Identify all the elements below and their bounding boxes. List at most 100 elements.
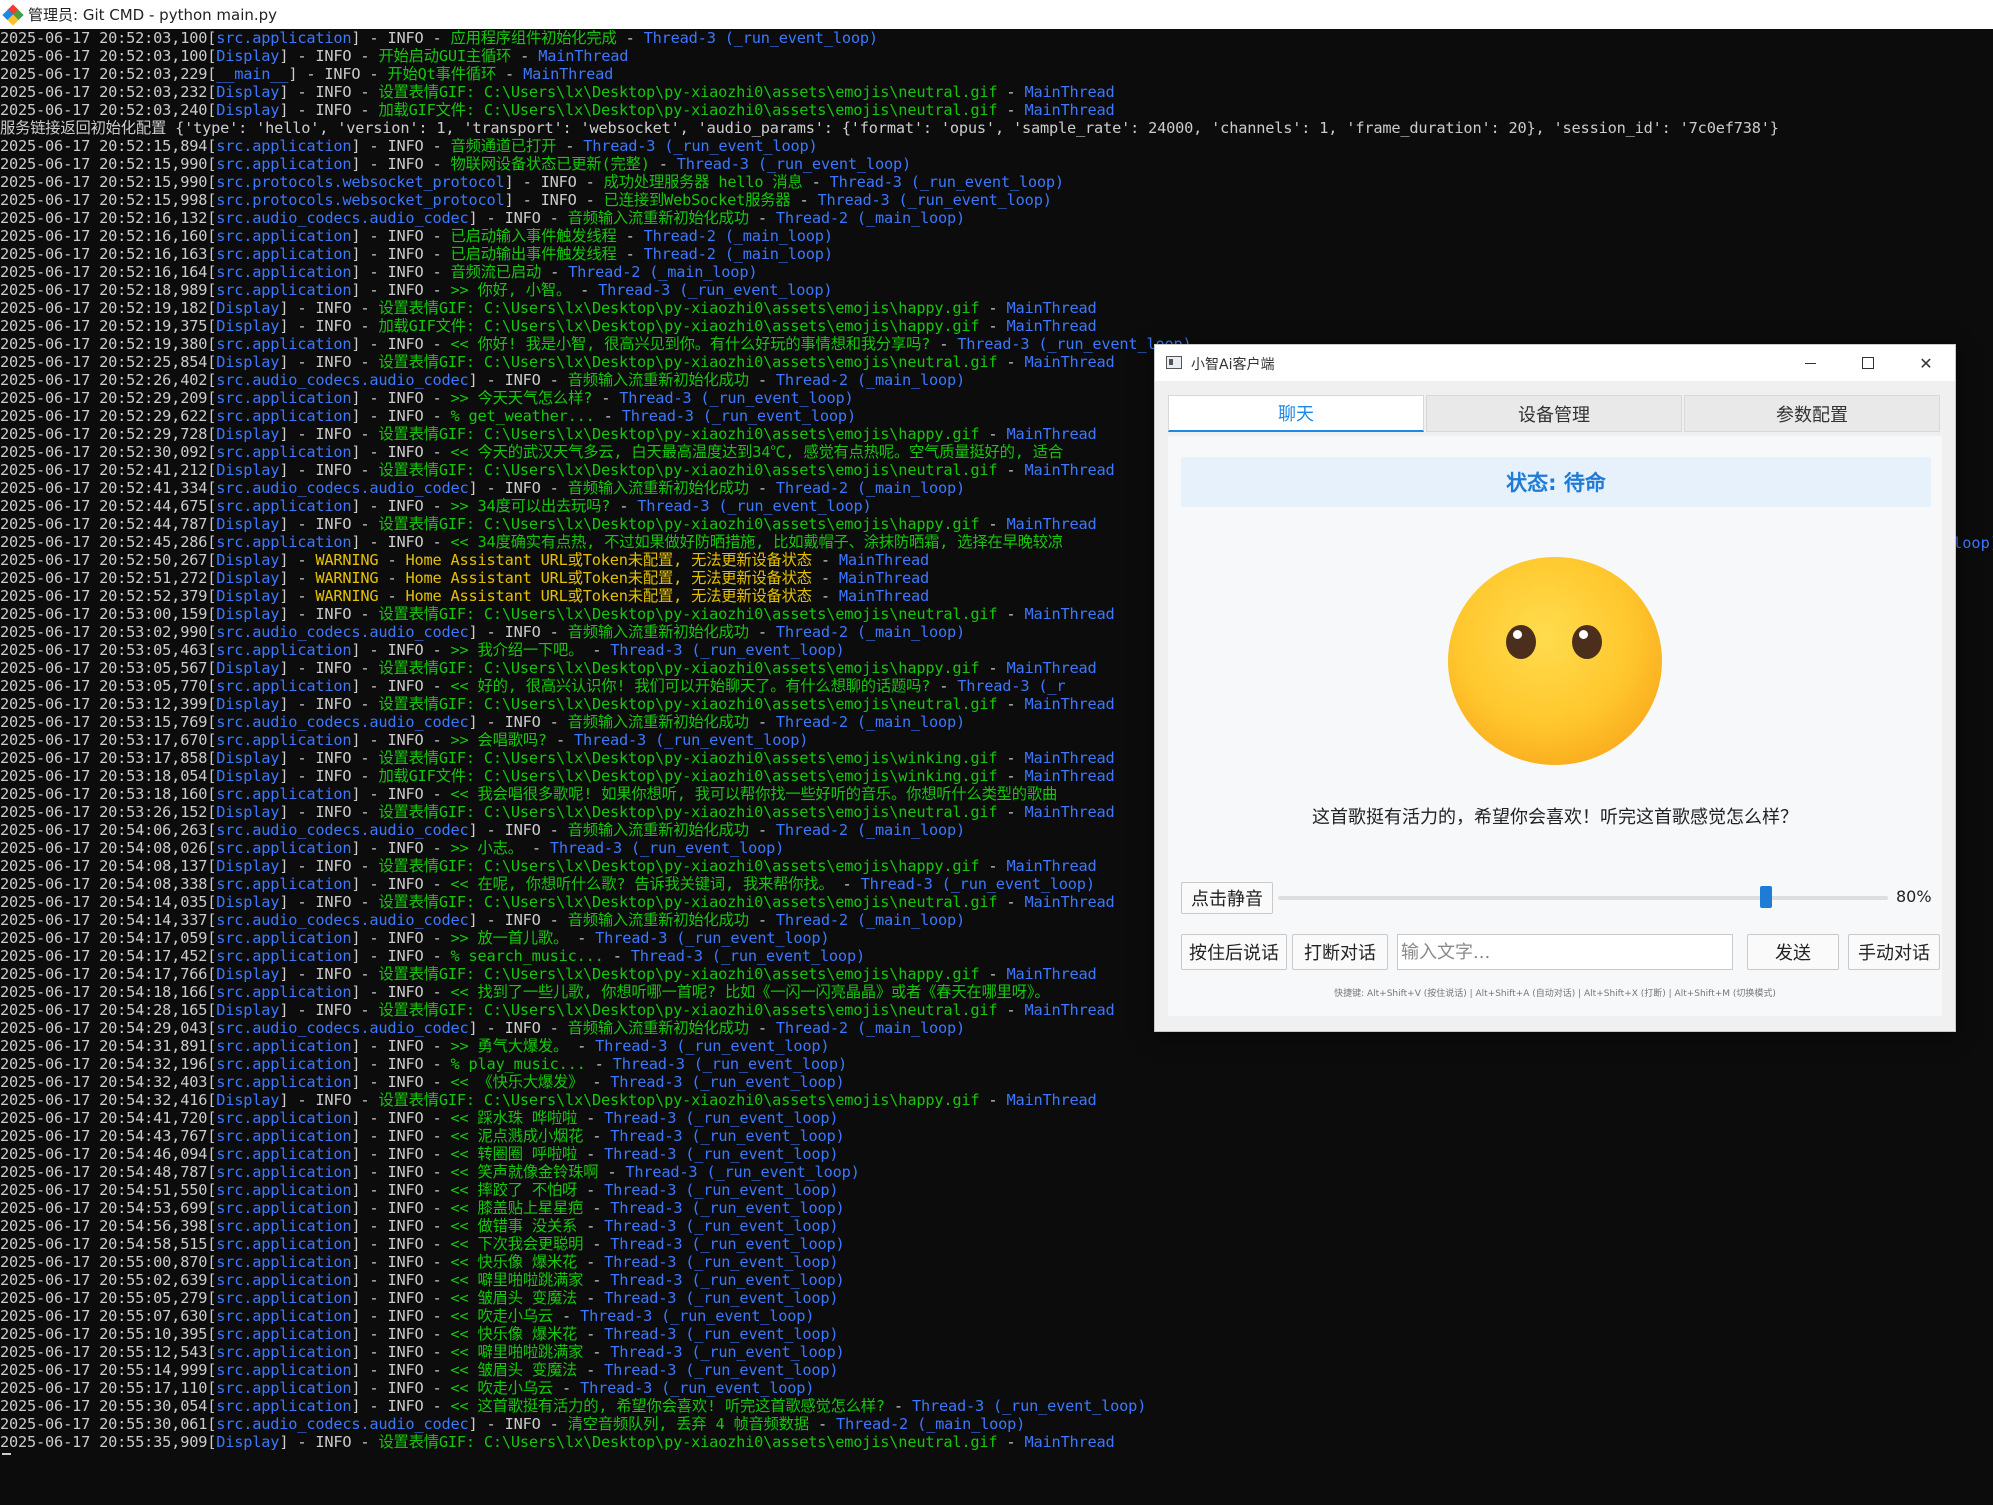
log-level: INFO — [387, 497, 424, 515]
hold-to-talk-button[interactable]: 按住后说话 — [1181, 934, 1287, 970]
log-message: 设置表情GIF: C:\Users\lx\Desktop\py-xiaozhi0… — [378, 749, 998, 767]
log-module: src.audio_codecs.audio_codec — [216, 479, 469, 497]
log-message: 设置表情GIF: C:\Users\lx\Desktop\py-xiaozhi0… — [378, 659, 980, 677]
close-button[interactable]: ✕ — [1897, 345, 1955, 381]
log-message: << 在呢, 你想听什么歌? 告诉我关键词, 我来帮你找。 — [450, 875, 834, 893]
tab-chat[interactable]: 聊天 — [1168, 395, 1424, 432]
log-message: 开始启动GUI主循环 — [378, 47, 512, 65]
log-message: 音频输入流重新初始化成功 — [567, 1019, 749, 1037]
log-timestamp: 2025-06-17 20:54:32,416 — [0, 1091, 208, 1109]
log-timestamp: 2025-06-17 20:52:29,622 — [0, 407, 208, 425]
log-thread: Thread-3 (_run_event_loop) — [911, 1397, 1147, 1415]
app-window[interactable]: 小智Ai客户端 ✕ 聊天 设备管理 参数配置 状态: 待命 这首歌挺有活力的，希… — [1154, 344, 1956, 1032]
log-message: 加载GIF文件: C:\Users\lx\Desktop\py-xiaozhi0… — [378, 317, 980, 335]
log-timestamp: 2025-06-17 20:52:15,990 — [0, 173, 208, 191]
log-module: src.application — [216, 1361, 352, 1379]
log-message: << 我会唱很多歌呢! 如果你想听, 我可以帮你找一些好听的音乐。你想听什么类型… — [450, 785, 1058, 803]
log-thread: Thread-2 (_main_loop) — [775, 479, 966, 497]
volume-slider[interactable] — [1278, 896, 1888, 900]
log-line: 2025-06-17 20:55:05,279[src.application]… — [0, 1289, 839, 1307]
log-thread: Thread-2 (_main_loop) — [775, 713, 966, 731]
log-timestamp: 2025-06-17 20:52:15,894 — [0, 137, 208, 155]
log-timestamp: 2025-06-17 20:54:46,094 — [0, 1145, 208, 1163]
log-level: INFO — [387, 1073, 424, 1091]
maximize-button[interactable] — [1839, 345, 1897, 381]
interrupt-button[interactable]: 打断对话 — [1292, 934, 1388, 970]
app-title-bar[interactable]: 小智Ai客户端 ✕ — [1155, 345, 1955, 381]
hotkey-hint: 快捷键: Alt+Shift+V (按住说话) | Alt+Shift+A (自… — [1334, 989, 1776, 999]
log-timestamp: 2025-06-17 20:52:51,272 — [0, 569, 208, 587]
status-label: 状态: 待命 — [1181, 457, 1931, 507]
log-line: 2025-06-17 20:55:30,054[src.application]… — [0, 1397, 1147, 1415]
chat-panel: 状态: 待命 这首歌挺有活力的，希望你会喜欢！听完这首歌感觉怎么样？ 点击静音 … — [1168, 436, 1942, 1016]
log-thread: Thread-3 (_run_event_loop) — [580, 1379, 815, 1397]
log-module: Display — [216, 353, 280, 371]
log-module: src.application — [216, 641, 352, 659]
log-line: 2025-06-17 20:55:17,110[src.application]… — [0, 1379, 815, 1397]
log-thread: MainThread — [1024, 893, 1115, 911]
log-module: src.application — [216, 731, 352, 749]
log-message: 设置表情GIF: C:\Users\lx\Desktop\py-xiaozhi0… — [378, 695, 998, 713]
log-timestamp: 2025-06-17 20:55:10,395 — [0, 1325, 208, 1343]
log-message: >> 我介绍一下吧。 — [450, 641, 584, 659]
log-message: 清空音频队列, 丢弃 4 帧音频数据 — [567, 1415, 810, 1433]
log-timestamp: 2025-06-17 20:54:08,137 — [0, 857, 208, 875]
log-level: INFO — [387, 785, 424, 803]
log-module: src.application — [216, 1145, 352, 1163]
log-timestamp: 2025-06-17 20:54:48,787 — [0, 1163, 208, 1181]
log-thread: Thread-2 (_main_loop) — [775, 911, 966, 929]
log-message: >> 小志。 — [450, 839, 524, 857]
log-line: 2025-06-17 20:54:46,094[src.application]… — [0, 1145, 839, 1163]
send-button[interactable]: 发送 — [1747, 934, 1839, 970]
log-thread: Thread-3 (_run_event_loop) — [598, 281, 833, 299]
terminal-cursor — [2, 1453, 11, 1455]
log-timestamp: 2025-06-17 20:55:14,999 — [0, 1361, 208, 1379]
log-level: INFO — [504, 479, 541, 497]
log-message: 已启动输出事件触发线程 — [450, 245, 617, 263]
log-message: 音频通道已打开 — [450, 137, 557, 155]
log-line: 2025-06-17 20:54:41,720[src.application]… — [0, 1109, 839, 1127]
log-line: 2025-06-17 20:55:10,395[src.application]… — [0, 1325, 839, 1343]
log-module: src.application — [216, 1235, 352, 1253]
log-message: 音频流已启动 — [450, 263, 542, 281]
tab-parameter-config[interactable]: 参数配置 — [1684, 395, 1940, 432]
log-message: 设置表情GIF: C:\Users\lx\Desktop\py-xiaozhi0… — [378, 83, 998, 101]
log-timestamp: 2025-06-17 20:52:15,998 — [0, 191, 208, 209]
terminal-title: 管理员: Git CMD - python main.py — [28, 6, 278, 24]
log-module: src.application — [216, 1109, 352, 1127]
log-line: 2025-06-17 20:52:03,100[src.application]… — [0, 29, 878, 47]
log-timestamp: 2025-06-17 20:52:29,728 — [0, 425, 208, 443]
log-line: 2025-06-17 20:54:32,403[src.application]… — [0, 1073, 845, 1091]
log-message: 设置表情GIF: C:\Users\lx\Desktop\py-xiaozhi0… — [378, 425, 980, 443]
log-timestamp: 2025-06-17 20:54:32,196 — [0, 1055, 208, 1073]
tab-device-management[interactable]: 设备管理 — [1426, 395, 1682, 432]
manual-dialog-button[interactable]: 手动对话 — [1848, 934, 1940, 970]
log-module: src.application — [216, 155, 352, 173]
git-icon — [2, 3, 24, 26]
log-message: 设置表情GIF: C:\Users\lx\Desktop\py-xiaozhi0… — [378, 1001, 998, 1019]
log-message: Home Assistant URL或Token未配置, 无法更新设备状态 — [405, 587, 812, 605]
log-timestamp: 2025-06-17 20:54:43,767 — [0, 1127, 208, 1145]
log-thread: Thread-3 (_run_event_loop) — [604, 1325, 839, 1343]
text-input[interactable] — [1397, 934, 1733, 970]
log-message: << 吹走小乌云 — [450, 1379, 554, 1397]
log-timestamp: 2025-06-17 20:55:02,639 — [0, 1271, 208, 1289]
log-level: INFO — [324, 65, 361, 83]
mute-button[interactable]: 点击静音 — [1181, 882, 1273, 914]
log-thread: Thread-3 (_run_event_loop) — [610, 641, 845, 659]
log-line: 2025-06-17 20:52:18,989[src.application]… — [0, 281, 833, 299]
log-level: INFO — [504, 821, 541, 839]
log-level: INFO — [387, 335, 424, 353]
log-timestamp: 2025-06-17 20:52:03,229 — [0, 65, 208, 83]
terminal-title-bar[interactable]: 管理员: Git CMD - python main.py — [0, 0, 1993, 29]
log-timestamp: 2025-06-17 20:54:06,263 — [0, 821, 208, 839]
volume-slider-handle[interactable] — [1760, 886, 1772, 908]
log-timestamp: 2025-06-17 20:52:19,182 — [0, 299, 208, 317]
log-thread: Thread-2 (_main_loop) — [775, 623, 966, 641]
log-timestamp: 2025-06-17 20:53:15,769 — [0, 713, 208, 731]
log-thread: Thread-3 (_run_event_loop) — [583, 137, 818, 155]
minimize-button[interactable] — [1781, 345, 1839, 381]
log-timestamp: 2025-06-17 20:53:26,152 — [0, 803, 208, 821]
log-thread: MainThread — [1006, 317, 1097, 335]
log-line: 2025-06-17 20:55:30,061[src.audio_codecs… — [0, 1415, 1026, 1433]
